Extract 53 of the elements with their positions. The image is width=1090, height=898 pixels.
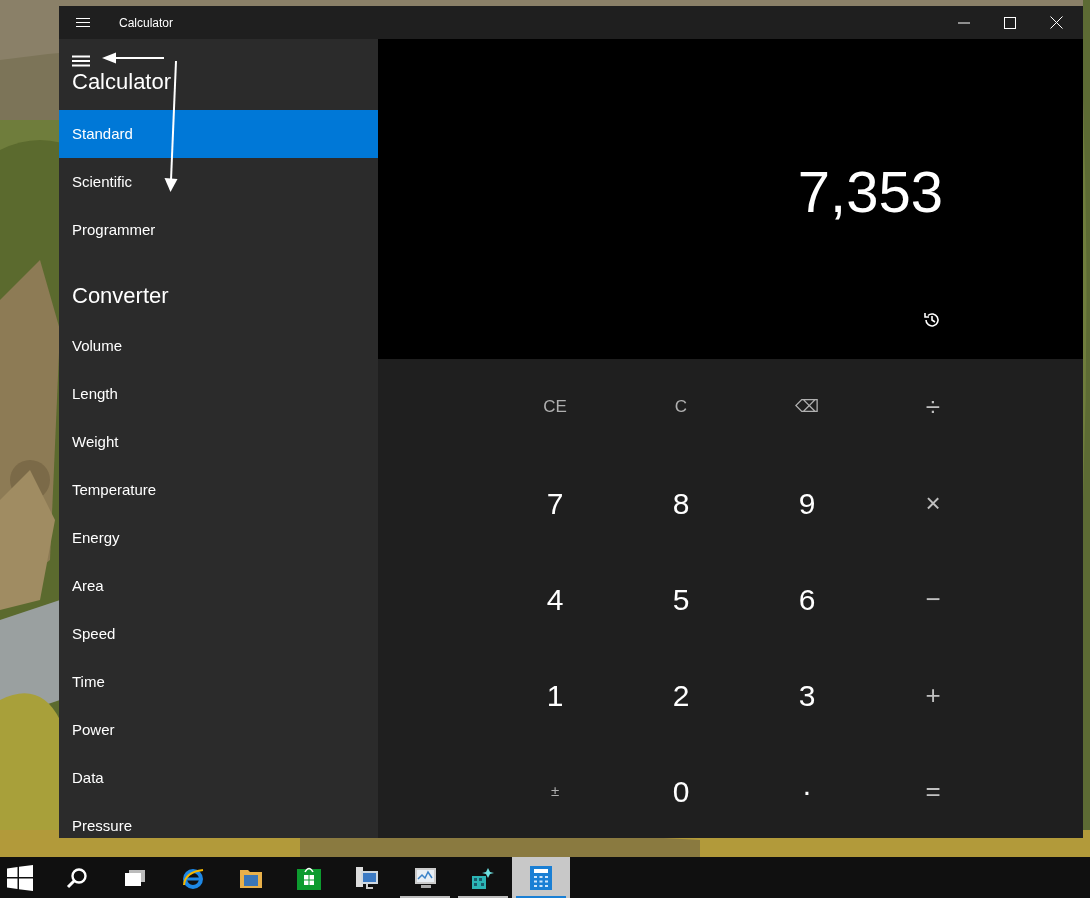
menu-button[interactable] <box>72 55 90 67</box>
calculator-key[interactable]: 4 <box>492 551 618 647</box>
window-title: Calculator <box>119 14 174 32</box>
calculator-key[interactable]: 5 <box>618 551 744 647</box>
nav-item[interactable]: Speed <box>59 610 378 658</box>
windows-logo-icon <box>7 864 33 891</box>
calculator-key[interactable]: ⌫ <box>744 359 870 455</box>
nav-item[interactable]: Volume <box>59 322 378 370</box>
calculator-key[interactable]: + <box>870 647 996 743</box>
calculator-key[interactable]: 9 <box>744 455 870 551</box>
result-display: 7,353 <box>797 163 943 221</box>
nav-item[interactable]: Temperature <box>59 466 378 514</box>
calculator-key[interactable]: CE <box>492 359 618 455</box>
menu-icon <box>72 55 90 67</box>
calculator-key[interactable]: ± <box>492 743 618 839</box>
nav-item[interactable]: Area <box>59 562 378 610</box>
nav-item[interactable]: Time <box>59 658 378 706</box>
calculator-key[interactable]: 6 <box>744 551 870 647</box>
calculator-key[interactable]: 0 <box>618 743 744 839</box>
search-icon <box>66 866 88 889</box>
calculator-key[interactable]: 7 <box>492 455 618 551</box>
calculator-key[interactable]: ÷ <box>870 359 996 455</box>
nav-item[interactable]: Length <box>59 370 378 418</box>
computer-icon <box>355 865 379 890</box>
calculator-key[interactable]: − <box>870 551 996 647</box>
section-header: Converter <box>71 282 170 310</box>
maximize-icon <box>1004 16 1016 29</box>
menu-icon <box>76 17 90 28</box>
calculator-key[interactable]: 1 <box>492 647 618 743</box>
windows-stack-icon <box>124 868 146 887</box>
nav-item[interactable]: Power <box>59 706 378 754</box>
history-icon <box>923 311 941 329</box>
monitor-icon <box>412 865 438 890</box>
nav-item[interactable]: Weight <box>59 418 378 466</box>
history-button[interactable] <box>922 310 942 330</box>
calculator-key[interactable]: 3 <box>744 647 870 743</box>
nav-item[interactable]: Programmer <box>59 206 378 254</box>
calculator-key[interactable]: × <box>870 455 996 551</box>
calculator-key[interactable]: = <box>870 743 996 839</box>
shopping-bag-icon <box>297 865 321 890</box>
section-header: Calculator <box>71 68 173 96</box>
calculator-key[interactable]: 8 <box>618 455 744 551</box>
calculator-icon <box>530 865 552 890</box>
nav-item[interactable]: Standard <box>59 110 378 158</box>
nav-item[interactable]: Pressure <box>59 802 378 838</box>
nav-item[interactable]: Data <box>59 754 378 802</box>
calculator-key[interactable]: C <box>618 359 744 455</box>
calculator-key[interactable]: . <box>744 743 870 839</box>
close-icon <box>1049 16 1063 29</box>
minimize-icon <box>958 21 970 24</box>
nav-item[interactable]: Energy <box>59 514 378 562</box>
calculator-key[interactable]: 2 <box>618 647 744 743</box>
nav-item[interactable]: Scientific <box>59 158 378 206</box>
